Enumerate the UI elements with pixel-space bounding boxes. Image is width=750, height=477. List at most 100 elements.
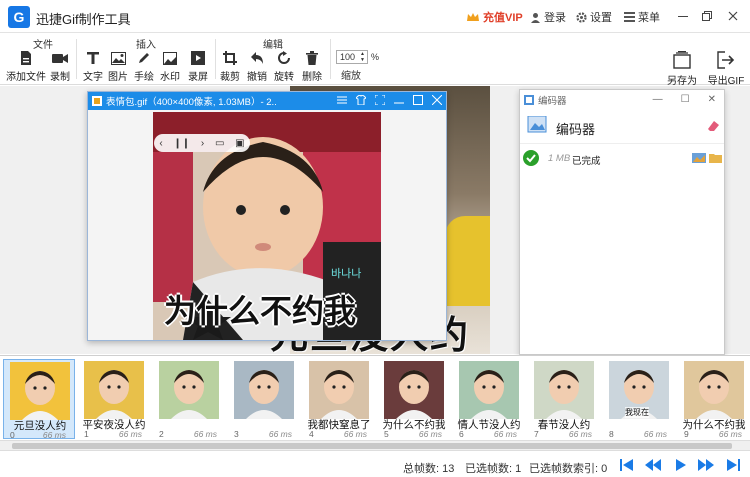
minimize-icon[interactable]: — (653, 94, 663, 105)
prev-frame-icon[interactable]: ‹ (159, 138, 162, 149)
title-bar: G 迅捷Gif制作工具 充值VIP 登录 设置 菜单 (0, 0, 750, 33)
user-icon (531, 12, 540, 23)
frame-image (159, 361, 219, 419)
frame-thumbnail[interactable]: 春节没人约 7 66 ms (528, 359, 600, 439)
camera-icon (52, 54, 68, 63)
maximize-button[interactable] (696, 6, 718, 26)
frame-delay: 66 ms (193, 429, 217, 439)
minimize-button[interactable] (672, 6, 694, 26)
selected-frame-index: 已选帧数索引: 0 (529, 463, 608, 475)
crown-icon (467, 12, 479, 21)
frame-thumbnail[interactable]: 平安夜没人约 1 66 ms (78, 359, 150, 439)
add-file-button[interactable]: 添加文件 (6, 50, 46, 83)
trash-icon (306, 51, 318, 65)
frame-thumbnail[interactable]: 为什么不约我 9 66 ms (678, 359, 750, 439)
frame-image (459, 361, 519, 419)
shirt-icon[interactable] (356, 95, 366, 105)
frame-thumbnail[interactable]: 3 66 ms (228, 359, 300, 439)
login-button[interactable]: 登录 (530, 9, 566, 25)
frame-index: 2 (159, 429, 164, 439)
encoder-large-icon (527, 116, 547, 133)
play-icon (676, 459, 686, 471)
frame-thumbnail[interactable]: 元旦没人约 0 66 ms (3, 359, 75, 440)
delete-label: 删除 (302, 72, 322, 83)
toolbar-divider (330, 39, 331, 79)
next-frame-button[interactable] (697, 458, 715, 472)
play-button[interactable] (672, 458, 690, 472)
zoom-unit: % (371, 52, 380, 62)
next-frame-icon[interactable]: › (201, 138, 204, 149)
menu-label: 菜单 (638, 12, 660, 24)
frame-index: 4 (309, 429, 314, 439)
encoder-job-row[interactable]: 1 MB 已完成 (520, 143, 724, 173)
minimize-icon[interactable] (394, 95, 404, 105)
delete-button[interactable]: 删除 (296, 50, 328, 83)
zoom-stepper[interactable]: ▲ ▼ (360, 51, 365, 63)
export-gif-button[interactable]: 导出GIF (704, 50, 748, 87)
frame-index: 0 (10, 430, 15, 440)
frame-index: 7 (534, 429, 539, 439)
close-button[interactable] (722, 6, 744, 26)
frame-index: 3 (234, 429, 239, 439)
maximize-icon (702, 11, 712, 21)
rotate-icon (278, 51, 290, 64)
frame-image (10, 362, 70, 420)
text-icon (87, 52, 99, 64)
screen-record-button[interactable]: 录屏 (182, 50, 214, 83)
watermark-icon (163, 51, 177, 65)
frame-thumbnail[interactable]: 2 66 ms (153, 359, 225, 439)
export-icon (717, 51, 735, 69)
vip-label: 充值VIP (483, 12, 523, 24)
settings-label: 设置 (590, 12, 612, 24)
gif-preview-window[interactable]: 表情包.gif（400×400像素, 1.03MB）- 2... 바나나 ‹ ❙… (87, 91, 447, 341)
save-frame-icon[interactable]: ▣ (235, 138, 244, 149)
eraser-icon[interactable] (706, 120, 720, 132)
group-edit-title: 编辑 (263, 40, 283, 51)
frame-thumbnail[interactable]: 我都快窒息了 4 66 ms (303, 359, 375, 439)
first-frame-button[interactable] (618, 458, 636, 472)
filmstrip-scrollbar[interactable] (0, 440, 750, 450)
settings-button[interactable]: 设置 (576, 9, 612, 25)
frame-thumbnail[interactable]: 情人节没人约 6 66 ms (453, 359, 525, 439)
vip-button[interactable]: 充值VIP (466, 9, 523, 25)
maximize-icon[interactable]: ☐ (681, 94, 690, 105)
fullscreen-icon[interactable] (375, 95, 385, 105)
close-icon[interactable] (432, 95, 442, 105)
prev-frame-button[interactable] (644, 458, 662, 472)
record-button[interactable]: 录制 (44, 50, 76, 83)
frame-thumbnail[interactable]: 我现在 8 66 ms (603, 359, 675, 439)
document-icon (21, 51, 31, 65)
group-insert-title: 插入 (136, 40, 156, 51)
export-gif-label: 导出GIF (707, 76, 745, 87)
menu-icon[interactable] (337, 95, 347, 105)
minimize-icon (678, 16, 688, 17)
encoder-file-size: 1 MB (548, 153, 571, 164)
frame-thumbnail[interactable]: 为什么不约我 5 66 ms (378, 359, 450, 439)
playback-controls[interactable]: ‹ ❙❙ › ▭ ▣ (154, 134, 250, 152)
frame-delay: 66 ms (643, 429, 667, 439)
group-file-title: 文件 (33, 40, 53, 51)
last-frame-button[interactable] (724, 458, 742, 472)
maximize-icon[interactable] (413, 95, 423, 105)
frame-image (234, 361, 294, 419)
total-frames: 总帧数: 13 (403, 463, 455, 475)
frame-index: 6 (459, 429, 464, 439)
frame-delay: 66 ms (268, 429, 292, 439)
film-icon (191, 51, 205, 65)
frame-delay: 66 ms (568, 429, 592, 439)
menu-button[interactable]: 菜单 (624, 9, 660, 25)
encoder-window[interactable]: 编码器 — ☐ ✕ 编码器 1 MB 已完成 (519, 89, 725, 355)
frame-icon[interactable]: ▭ (215, 138, 224, 149)
check-circle-icon (523, 150, 539, 166)
status-bar: 总帧数: 13 已选帧数: 1 已选帧数索引: 0 (0, 450, 750, 477)
close-icon (728, 11, 738, 21)
folder-icon[interactable] (709, 153, 722, 163)
image-file-icon[interactable] (692, 153, 706, 163)
save-as-button[interactable]: 另存为 (660, 50, 704, 87)
scrollbar-thumb[interactable] (12, 443, 732, 449)
encoder-title: 编码器 (556, 122, 596, 137)
selected-frames: 已选帧数: 1 (465, 463, 522, 475)
pause-icon[interactable]: ❙❙ (173, 138, 190, 149)
close-icon[interactable]: ✕ (708, 94, 716, 105)
frame-image (84, 361, 144, 419)
